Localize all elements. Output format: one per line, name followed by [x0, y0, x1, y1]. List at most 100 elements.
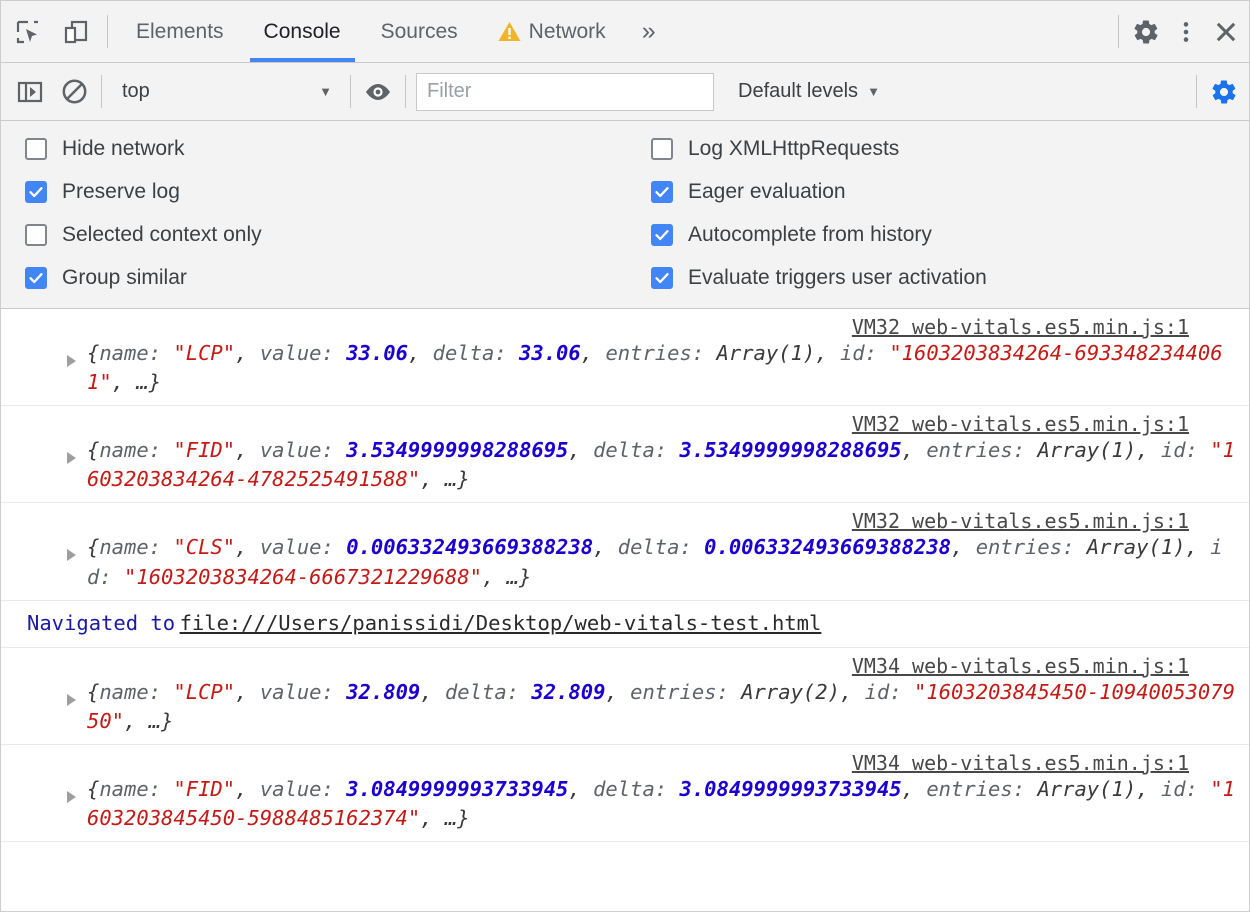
- checkbox-checked-icon[interactable]: [25, 267, 47, 289]
- device-toolbar-icon[interactable]: [59, 15, 93, 49]
- tab-sources-label: Sources: [381, 20, 458, 44]
- source-file-link[interactable]: VM32 web-vitals.es5.min.js:1: [852, 412, 1189, 436]
- expand-triangle-icon[interactable]: [67, 355, 76, 367]
- log-levels-dropdown[interactable]: Default levels ▼: [724, 80, 880, 103]
- filterbar-divider-4: [1196, 75, 1197, 108]
- source-file-link[interactable]: VM34 web-vitals.es5.min.js:1: [852, 654, 1189, 678]
- log-token-k: value:: [260, 341, 346, 365]
- log-token-plain: ,: [815, 341, 840, 365]
- setting-checkbox-row[interactable]: Selected context only: [25, 223, 651, 247]
- setting-checkbox-row[interactable]: Group similar: [25, 266, 651, 290]
- filterbar-divider-3: [405, 75, 406, 108]
- source-file-link[interactable]: VM32 web-vitals.es5.min.js:1: [852, 315, 1189, 339]
- log-source-line: VM34 web-vitals.es5.min.js:1: [15, 654, 1235, 678]
- checkbox-checked-icon[interactable]: [651, 224, 673, 246]
- console-log-row[interactable]: VM32 web-vitals.es5.min.js:1{name: "CLS"…: [1, 503, 1249, 600]
- checkbox-unchecked-icon[interactable]: [651, 138, 673, 160]
- log-token-plain: ,: [1136, 777, 1161, 801]
- devtools-tabs: Elements Console Sources Network »: [116, 1, 1118, 62]
- log-token-plain: ,: [420, 680, 445, 704]
- log-token-k: value:: [260, 777, 346, 801]
- log-token-str: "1603203834264-6667321229688": [124, 565, 482, 589]
- console-filterbar: top ▼ Filter Default levels ▼: [1, 63, 1249, 121]
- devtools-panel: Elements Console Sources Network »: [0, 0, 1250, 912]
- source-file-link[interactable]: VM34 web-vitals.es5.min.js:1: [852, 751, 1189, 775]
- log-token-plain: Array(1): [717, 341, 816, 365]
- more-tabs-button[interactable]: »: [626, 1, 672, 62]
- setting-checkbox-row[interactable]: Preserve log: [25, 180, 651, 204]
- checkbox-checked-icon[interactable]: [25, 181, 47, 203]
- tabbar-tool-icons: [11, 1, 107, 62]
- tab-sources[interactable]: Sources: [361, 1, 478, 62]
- log-token-k: id:: [840, 341, 889, 365]
- source-file-link[interactable]: VM32 web-vitals.es5.min.js:1: [852, 509, 1189, 533]
- tab-network[interactable]: Network: [478, 1, 626, 62]
- gear-icon[interactable]: [1129, 15, 1163, 49]
- log-token-k: delta:: [593, 438, 679, 462]
- kebab-menu-icon[interactable]: [1169, 15, 1203, 49]
- chevron-down-icon: ▼: [867, 84, 880, 99]
- checkbox-unchecked-icon[interactable]: [25, 224, 47, 246]
- log-object-text: {name: "CLS", value: 0.00633249366938823…: [61, 533, 1235, 591]
- log-object-line: {name: "FID", value: 3.0849999993733945,…: [15, 775, 1235, 833]
- log-token-num: 3.0849999993733945: [679, 777, 901, 801]
- log-object-text: {name: "LCP", value: 32.809, delta: 32.8…: [61, 678, 1235, 736]
- expand-triangle-icon[interactable]: [67, 452, 76, 464]
- settings-column-right: Log XMLHttpRequests Eager evaluation Autoc…: [651, 137, 1249, 290]
- log-token-num: 32.809: [346, 680, 420, 704]
- console-log-row[interactable]: VM32 web-vitals.es5.min.js:1{name: "LCP"…: [1, 309, 1249, 406]
- log-token-plain: ,: [840, 680, 865, 704]
- log-token-num: 0.006332493669388238: [704, 535, 951, 559]
- log-token-plain: , …}: [482, 565, 531, 589]
- execution-context-select[interactable]: top ▼: [112, 80, 340, 103]
- log-token-plain: ,: [408, 341, 433, 365]
- log-token-num: 33.06: [519, 341, 581, 365]
- setting-checkbox-row[interactable]: Autocomplete from history: [651, 223, 1249, 247]
- log-token-plain: Array(2): [741, 680, 840, 704]
- tab-elements[interactable]: Elements: [116, 1, 244, 62]
- filter-input-placeholder: Filter: [427, 80, 471, 103]
- log-source-line: VM32 web-vitals.es5.min.js:1: [15, 412, 1235, 436]
- navigation-url-link[interactable]: file:///Users/panissidi/Desktop/web-vita…: [180, 611, 822, 635]
- log-token-k: name:: [99, 438, 173, 462]
- console-log-row[interactable]: VM34 web-vitals.es5.min.js:1{name: "FID"…: [1, 745, 1249, 842]
- filterbar-divider-1: [101, 75, 102, 108]
- expand-triangle-icon[interactable]: [67, 694, 76, 706]
- log-token-plain: ,: [235, 680, 260, 704]
- live-expression-eye-icon[interactable]: [361, 75, 395, 109]
- settings-column-left: Hide network Preserve log Selected context…: [1, 137, 651, 290]
- checkbox-unchecked-icon[interactable]: [25, 138, 47, 160]
- setting-checkbox-row[interactable]: Evaluate triggers user activation: [651, 266, 1249, 290]
- setting-label: Evaluate triggers user activation: [688, 266, 987, 290]
- log-token-plain: ,: [568, 777, 593, 801]
- setting-checkbox-row[interactable]: Log XMLHttpRequests: [651, 137, 1249, 161]
- log-object-line: {name: "LCP", value: 33.06, delta: 33.06…: [15, 339, 1235, 397]
- close-icon[interactable]: [1209, 15, 1243, 49]
- clear-console-icon[interactable]: [57, 75, 91, 109]
- expand-triangle-icon[interactable]: [67, 549, 76, 561]
- log-token-k: name:: [99, 680, 173, 704]
- log-token-num: 32.809: [531, 680, 605, 704]
- log-token-k: delta:: [445, 680, 531, 704]
- checkbox-checked-icon[interactable]: [651, 267, 673, 289]
- tab-console[interactable]: Console: [244, 1, 361, 62]
- console-settings-gear-icon[interactable]: [1207, 75, 1241, 109]
- log-token-k: value:: [260, 680, 346, 704]
- log-token-k: id:: [1161, 777, 1210, 801]
- setting-checkbox-row[interactable]: Hide network: [25, 137, 651, 161]
- filter-input[interactable]: Filter: [416, 73, 714, 111]
- expand-triangle-icon[interactable]: [67, 791, 76, 803]
- log-token-plain: ,: [581, 341, 606, 365]
- setting-label: Group similar: [62, 266, 187, 290]
- log-token-plain: Array(1): [1087, 535, 1186, 559]
- console-sidebar-toggle-icon[interactable]: [13, 75, 47, 109]
- log-token-k: name:: [99, 535, 173, 559]
- console-output[interactable]: VM32 web-vitals.es5.min.js:1{name: "LCP"…: [1, 309, 1249, 911]
- log-token-k: id:: [1161, 438, 1210, 462]
- setting-checkbox-row[interactable]: Eager evaluation: [651, 180, 1249, 204]
- console-log-row[interactable]: VM32 web-vitals.es5.min.js:1{name: "FID"…: [1, 406, 1249, 503]
- console-log-row[interactable]: VM34 web-vitals.es5.min.js:1{name: "LCP"…: [1, 648, 1249, 745]
- setting-label: Hide network: [62, 137, 185, 161]
- inspect-element-icon[interactable]: [11, 15, 45, 49]
- checkbox-checked-icon[interactable]: [651, 181, 673, 203]
